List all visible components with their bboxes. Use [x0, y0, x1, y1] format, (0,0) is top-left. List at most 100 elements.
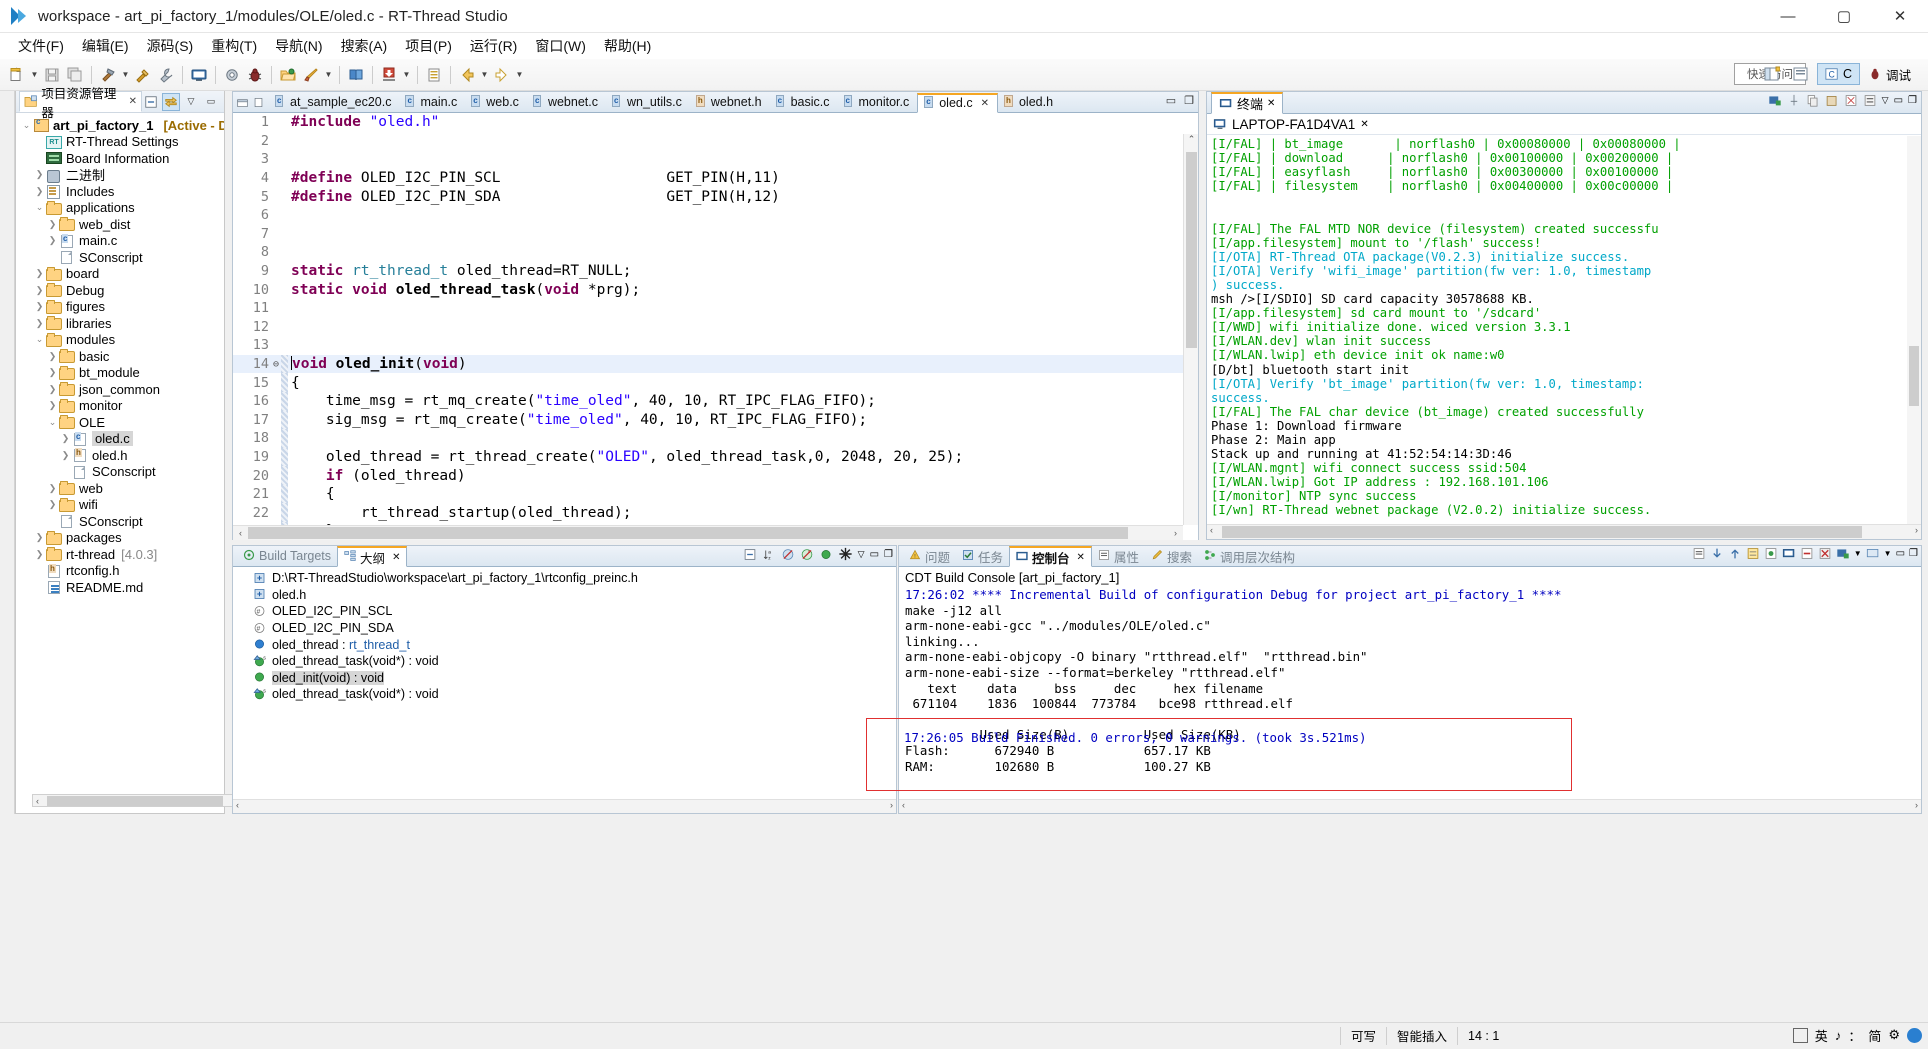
open-perspective-icon[interactable]: [1759, 62, 1785, 86]
code-line[interactable]: 13: [233, 336, 1198, 355]
code-line[interactable]: 9static rt_thread_t oled_thread=RT_NULL;: [233, 262, 1198, 281]
outline-item[interactable]: oled_thread : rt_thread_t: [239, 636, 896, 653]
tree-item-json-common[interactable]: ❯json_common: [16, 381, 224, 398]
console-output[interactable]: 17:26:02 **** Incremental Build of confi…: [899, 587, 1921, 787]
back-dropdown-icon[interactable]: ▼: [479, 64, 490, 86]
link-icon[interactable]: [838, 547, 853, 561]
tab-close-icon[interactable]: ✕: [1077, 552, 1085, 563]
tree-expand-arrow-icon[interactable]: ❯: [33, 549, 46, 560]
tree-expand-arrow-icon[interactable]: ❯: [46, 235, 59, 246]
terminal-minimize-icon[interactable]: ▭: [1894, 95, 1903, 106]
tree-expand-arrow-icon[interactable]: ❯: [46, 351, 59, 362]
tree-expand-arrow-icon[interactable]: ❯: [33, 285, 46, 296]
wrench-icon[interactable]: [155, 64, 177, 86]
view-menu-icon[interactable]: ▽: [182, 93, 200, 111]
outline-tab--[interactable]: 大纲✕: [337, 546, 407, 567]
tab-terminal[interactable]: 终端 ✕: [1211, 92, 1283, 114]
code-line[interactable]: 22 rt_thread_startup(oled_thread);: [233, 503, 1198, 522]
menu-file[interactable]: 文件(F): [9, 33, 73, 59]
book-icon[interactable]: [345, 64, 367, 86]
outline-tab-build-targets[interactable]: Build Targets: [237, 546, 337, 567]
code-line[interactable]: 8: [233, 243, 1198, 262]
tree-item-web[interactable]: ❯web: [16, 480, 224, 497]
outline-item[interactable]: oled.h: [239, 587, 896, 604]
tree-item-web-dist[interactable]: ❯web_dist: [16, 216, 224, 233]
tree-expand-arrow-icon[interactable]: ❯: [59, 450, 72, 461]
editor-minimize-icon[interactable]: ▭: [1166, 94, 1176, 107]
collapse-all-icon[interactable]: [743, 548, 757, 561]
tree-expand-arrow-icon[interactable]: ❯: [46, 384, 59, 395]
tree-item-sconscript[interactable]: SConscript: [16, 249, 224, 266]
console-new-dropdown-icon[interactable]: ▼: [1854, 549, 1862, 558]
menu-help[interactable]: 帮助(H): [595, 33, 660, 59]
fold-marker-icon[interactable]: ⊖: [271, 359, 281, 370]
outline-item[interactable]: #OLED_I2C_PIN_SCL: [239, 603, 896, 620]
remove-all-consoles-icon[interactable]: [1818, 547, 1832, 560]
code-line[interactable]: 21 {: [233, 485, 1198, 504]
menu-search[interactable]: 搜索(A): [332, 33, 397, 59]
tree-item-sconscript[interactable]: SConscript: [16, 513, 224, 530]
scroll-lock-icon[interactable]: [1863, 94, 1877, 107]
hide-static-icon[interactable]: s: [800, 548, 814, 561]
code-line[interactable]: 14⊖void oled_init(void): [233, 355, 1198, 374]
editor-tab-basic-c[interactable]: basic.c: [770, 92, 838, 112]
terminal-icon[interactable]: [188, 64, 210, 86]
code-line[interactable]: 5#define OLED_I2C_PIN_SDA GET_PIN(H,12): [233, 187, 1198, 206]
console-minimize-icon[interactable]: ▭: [1896, 548, 1905, 559]
tree-item-rt-thread-settings[interactable]: RTRT-Thread Settings: [16, 134, 224, 151]
display-console-icon[interactable]: [1782, 547, 1796, 560]
menu-edit[interactable]: 编辑(E): [73, 33, 138, 59]
tab-close-icon[interactable]: ✕: [129, 96, 137, 107]
editor-tab-oled-c[interactable]: oled.c✕: [917, 93, 998, 113]
maximize-button[interactable]: ▢: [1816, 0, 1872, 33]
code-line[interactable]: 1#include "oled.h": [233, 113, 1198, 132]
menu-run[interactable]: 运行(R): [461, 33, 526, 59]
tree-item-readme-md[interactable]: README.md: [16, 579, 224, 596]
code-line[interactable]: 4#define OLED_I2C_PIN_SCL GET_PIN(H,11): [233, 169, 1198, 188]
outline-item[interactable]: soled_thread_task(void*) : void: [239, 686, 896, 703]
tree-expand-arrow-icon[interactable]: ❯: [33, 318, 46, 329]
scroll-right-icon[interactable]: ›: [1168, 526, 1183, 540]
outline-list[interactable]: D:\RT-ThreadStudio\workspace\art_pi_fact…: [233, 567, 896, 703]
tree-expand-arrow-icon[interactable]: ❯: [59, 433, 72, 444]
console-tab-tasks[interactable]: 任务: [956, 546, 1009, 567]
editor-tab-web-c[interactable]: web.c: [465, 92, 527, 112]
outline-maximize-icon[interactable]: ❐: [884, 549, 893, 560]
code-line[interactable]: 18: [233, 429, 1198, 448]
console-horizontal-scrollbar[interactable]: ‹ ›: [899, 799, 1921, 813]
tree-expand-arrow-icon[interactable]: ❯: [33, 169, 46, 180]
copy-icon[interactable]: [1806, 94, 1820, 107]
perspective-debug[interactable]: 调试: [1863, 63, 1916, 86]
tree-expand-arrow-icon[interactable]: ❯: [33, 301, 46, 312]
editor-tab-webnet-c[interactable]: webnet.c: [527, 92, 606, 112]
tree-expand-arrow-icon[interactable]: ❯: [46, 483, 59, 494]
terminal-session-close-icon[interactable]: ✕: [1360, 119, 1368, 130]
code-line[interactable]: 15{: [233, 373, 1198, 392]
vscroll-thumb[interactable]: [1186, 152, 1197, 348]
scroll-up-icon[interactable]: ⌃: [1184, 134, 1198, 150]
console-list-icon[interactable]: [1692, 547, 1706, 560]
ime-colon-icon[interactable]: ：: [1848, 1026, 1861, 1045]
tree-item-sconscript[interactable]: SConscript: [16, 464, 224, 481]
outline-item[interactable]: soled_thread_task(void*) : void: [239, 653, 896, 670]
tree-expand-arrow-icon[interactable]: ⌄: [46, 417, 59, 428]
new-terminal-icon[interactable]: [1768, 94, 1782, 107]
scroll-up-icon[interactable]: [1728, 547, 1742, 560]
tree-item-debug[interactable]: ❯Debug: [16, 282, 224, 299]
code-line[interactable]: 11: [233, 299, 1198, 318]
code-line[interactable]: 20 if (oled_thread): [233, 466, 1198, 485]
pin-console-icon[interactable]: [1764, 547, 1778, 560]
back-arrow-icon[interactable]: [456, 64, 478, 86]
scroll-lock-icon[interactable]: [1746, 547, 1760, 560]
code-line[interactable]: 7: [233, 225, 1198, 244]
code-line[interactable]: 16 time_msg = rt_mq_create("time_oled", …: [233, 392, 1198, 411]
console-tab-console[interactable]: 控制台✕: [1009, 546, 1092, 567]
remove-console-icon[interactable]: [1800, 547, 1814, 560]
editor-tab-wn-utils-c[interactable]: wn_utils.c: [606, 92, 690, 112]
terminal-vertical-scrollbar[interactable]: [1907, 136, 1921, 524]
outline-item[interactable]: D:\RT-ThreadStudio\workspace\art_pi_fact…: [239, 570, 896, 587]
scroll-left-icon[interactable]: ‹: [233, 526, 248, 540]
tree-item-figures[interactable]: ❯figures: [16, 299, 224, 316]
tree-expand-arrow-icon[interactable]: ❯: [46, 367, 59, 378]
collapse-all-icon[interactable]: [142, 93, 160, 111]
